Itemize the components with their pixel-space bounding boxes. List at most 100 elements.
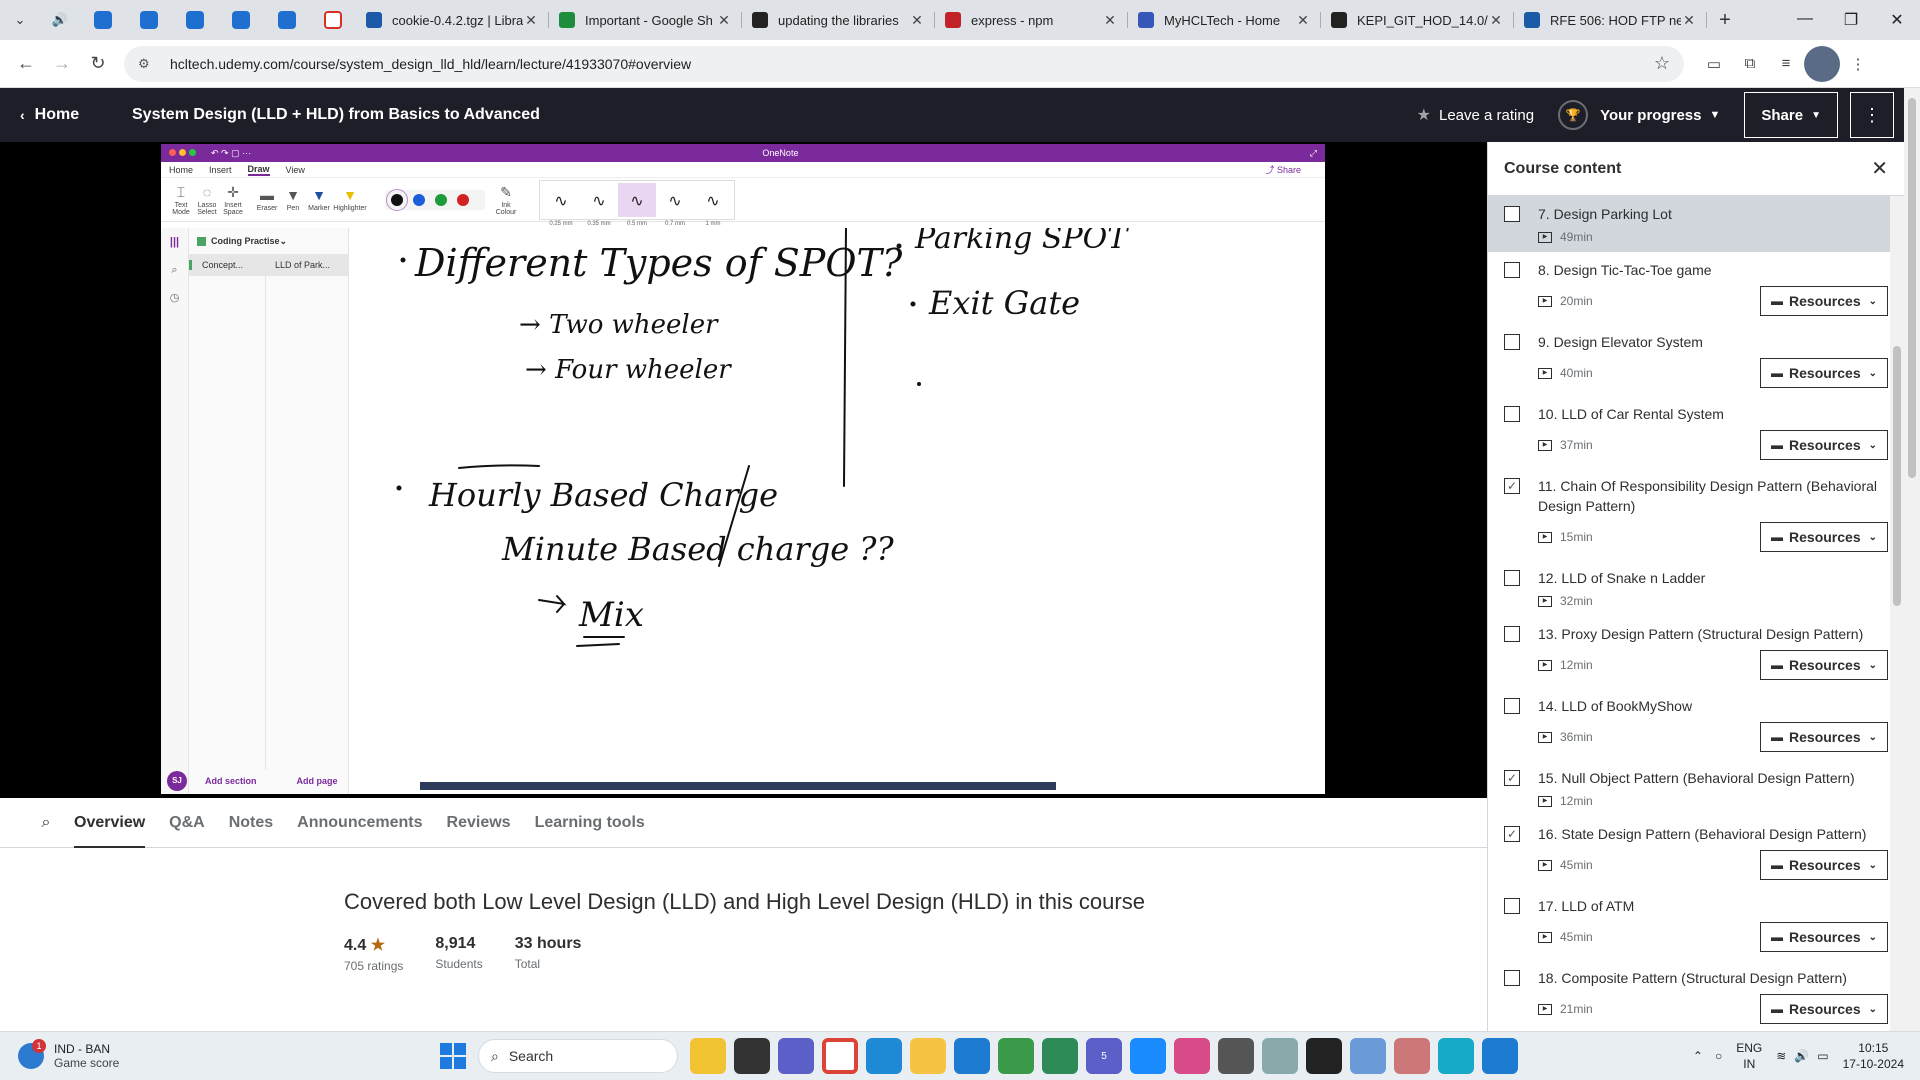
resources-button[interactable]: ▬ Resources ⌄ xyxy=(1760,286,1888,316)
folder-icon[interactable] xyxy=(910,1038,946,1074)
pinned-tab-gmail[interactable] xyxy=(310,0,356,40)
site-info-icon[interactable]: ⚙ xyxy=(138,56,158,72)
new-tab-button[interactable]: + xyxy=(1707,9,1743,32)
app-icon[interactable] xyxy=(1438,1038,1474,1074)
weather-widget[interactable]: 1 IND - BAN Game score xyxy=(0,1039,420,1070)
menu-icon[interactable]: ⋮ xyxy=(1840,46,1876,82)
profile-avatar[interactable] xyxy=(1804,45,1840,82)
chat-icon[interactable] xyxy=(1042,1038,1078,1074)
lecture-checkbox[interactable]: ✓ xyxy=(1504,826,1520,842)
close-tab-icon[interactable]: ✕ xyxy=(1488,12,1504,29)
lecture-item[interactable]: ✓ 11. Chain Of Responsibility Design Pat… xyxy=(1488,468,1904,560)
meet-icon[interactable] xyxy=(778,1038,814,1074)
vscode-icon[interactable] xyxy=(954,1038,990,1074)
close-icon[interactable]: ✕ xyxy=(1871,156,1888,181)
settings-icon[interactable] xyxy=(1262,1038,1298,1074)
lecture-checkbox[interactable] xyxy=(1504,898,1520,914)
task-view-icon[interactable] xyxy=(734,1038,770,1074)
lecture-checkbox[interactable] xyxy=(1504,262,1520,278)
rating-stat[interactable]: 4.4 ★ 705 ratings xyxy=(344,935,403,973)
search-icon[interactable]: ⌕ xyxy=(18,814,74,832)
close-tab-icon[interactable]: ✕ xyxy=(909,12,925,29)
tab-overview[interactable]: Overview xyxy=(74,798,146,848)
wifi-icon[interactable]: ≋ xyxy=(1776,1049,1786,1063)
lecture-checkbox[interactable] xyxy=(1504,626,1520,642)
lecture-checkbox[interactable] xyxy=(1504,970,1520,986)
tab-learning-tools[interactable]: Learning tools xyxy=(535,798,645,848)
paint-icon[interactable] xyxy=(1482,1038,1518,1074)
chrome-icon[interactable] xyxy=(822,1038,858,1074)
close-tab-icon[interactable]: ✕ xyxy=(523,12,539,29)
lecture-item[interactable]: 10. LLD of Car Rental System ▶ 37min ▬ Res… xyxy=(1488,396,1904,468)
resources-button[interactable]: ▬ Resources ⌄ xyxy=(1760,358,1888,388)
file-explorer-icon[interactable] xyxy=(690,1038,726,1074)
tab-q-a[interactable]: Q&A xyxy=(169,798,205,848)
extensions-icon[interactable]: ⧉ xyxy=(1732,46,1768,82)
lecture-item[interactable]: 17. LLD of ATM ▶ 45min ▬ Resources ⌄ xyxy=(1488,888,1904,960)
video-player[interactable]: ↶ ↷ ▢ ··· OneNote ⤢ Home Insert Draw Vie… xyxy=(0,142,1487,798)
lecture-item[interactable]: 7. Design Parking Lot ▶ 49min xyxy=(1488,196,1904,252)
onedrive-icon[interactable]: ○ xyxy=(1715,1049,1722,1063)
lecture-item[interactable]: ✓ 16. State Design Pattern (Behavioral D… xyxy=(1488,816,1904,888)
start-button[interactable] xyxy=(440,1043,466,1069)
sidebar-scrollbar[interactable] xyxy=(1890,196,1904,1031)
reload-button[interactable]: ↻ xyxy=(80,46,116,82)
resources-button[interactable]: ▬ Resources ⌄ xyxy=(1760,650,1888,680)
lecture-item[interactable]: 13. Proxy Design Pattern (Structural Des… xyxy=(1488,616,1904,688)
lecture-checkbox[interactable] xyxy=(1504,334,1520,350)
share-button[interactable]: Share ▼ xyxy=(1744,92,1838,138)
tab-announcements[interactable]: Announcements xyxy=(297,798,422,848)
terminal-icon[interactable] xyxy=(1306,1038,1342,1074)
lecture-checkbox[interactable] xyxy=(1504,570,1520,586)
leave-rating-button[interactable]: ★ Leave a rating xyxy=(1417,105,1534,125)
back-button[interactable]: ← xyxy=(8,46,44,82)
cast-icon[interactable]: ▭ xyxy=(1696,46,1732,82)
taskbar-search[interactable]: ⌕ Search xyxy=(478,1039,678,1073)
lecture-checkbox[interactable] xyxy=(1504,698,1520,714)
more-options-button[interactable]: ⋮ xyxy=(1850,92,1894,138)
resources-button[interactable]: ▬ Resources ⌄ xyxy=(1760,722,1888,752)
browser-tab[interactable]: cookie-0.4.2.tgz | Libra ✕ xyxy=(356,0,549,40)
battery-icon[interactable]: ▭ xyxy=(1817,1049,1828,1063)
chart-app-icon[interactable] xyxy=(1350,1038,1386,1074)
lecture-item[interactable]: 18. Composite Pattern (Structural Design… xyxy=(1488,960,1904,1031)
lecture-checkbox[interactable] xyxy=(1504,406,1520,422)
progress-button[interactable]: 🏆 Your progress ▼ xyxy=(1558,100,1720,130)
close-tab-icon[interactable]: ✕ xyxy=(1681,12,1697,29)
teams-icon[interactable]: 5 xyxy=(1086,1038,1122,1074)
bookmark-star-icon[interactable]: ☆ xyxy=(1654,53,1670,74)
resources-button[interactable]: ▬ Resources ⌄ xyxy=(1760,430,1888,460)
browser-tab[interactable]: express - npm ✕ xyxy=(935,0,1128,40)
browser-tab[interactable]: RFE 506: HOD FTP nee ✕ xyxy=(1514,0,1707,40)
browser-tab[interactable]: Important - Google Sh ✕ xyxy=(549,0,742,40)
volume-icon[interactable]: 🔊 xyxy=(1794,1049,1809,1063)
omnibox[interactable]: ⚙ hcltech.udemy.com/course/system_design… xyxy=(124,45,1684,82)
close-window-button[interactable]: ✕ xyxy=(1874,10,1920,30)
pinned-tab-1[interactable] xyxy=(80,0,126,40)
clock[interactable]: 10:15 17-10-2024 xyxy=(1843,1040,1904,1072)
pinned-tab-2[interactable] xyxy=(126,0,172,40)
lecture-item[interactable]: 9. Design Elevator System ▶ 40min ▬ Resour… xyxy=(1488,324,1904,396)
media-control-icon[interactable]: ≡ xyxy=(1768,46,1804,82)
language-indicator[interactable]: ENG IN xyxy=(1736,1040,1762,1072)
close-tab-icon[interactable]: ✕ xyxy=(1102,12,1118,29)
close-tab-icon[interactable]: ✕ xyxy=(716,12,732,29)
browser-icon[interactable] xyxy=(1130,1038,1166,1074)
speaker-icon[interactable]: 🔊 xyxy=(40,0,80,40)
tab-reviews[interactable]: Reviews xyxy=(447,798,511,848)
tab-notes[interactable]: Notes xyxy=(229,798,273,848)
minimize-button[interactable]: — xyxy=(1782,10,1828,30)
browser-tab[interactable]: updating the libraries ✕ xyxy=(742,0,935,40)
page-scrollbar[interactable] xyxy=(1904,88,1920,1031)
pinned-tab-3[interactable] xyxy=(172,0,218,40)
calculator-icon[interactable] xyxy=(1218,1038,1254,1074)
resources-button[interactable]: ▬ Resources ⌄ xyxy=(1760,994,1888,1024)
video-seek-bar[interactable] xyxy=(420,782,1056,790)
home-link[interactable]: ‹ Home xyxy=(0,106,130,124)
lecture-item[interactable]: 8. Design Tic-Tac-Toe game ▶ 20min ▬ Resou… xyxy=(1488,252,1904,324)
lecture-item[interactable]: 12. LLD of Snake n Ladder ▶ 32min xyxy=(1488,560,1904,616)
lecture-item[interactable]: ✓ 15. Null Object Pattern (Behavioral De… xyxy=(1488,760,1904,816)
pinned-tab-5[interactable] xyxy=(264,0,310,40)
installer-icon[interactable] xyxy=(1394,1038,1430,1074)
url-text[interactable]: hcltech.udemy.com/course/system_design_l… xyxy=(170,56,1654,72)
